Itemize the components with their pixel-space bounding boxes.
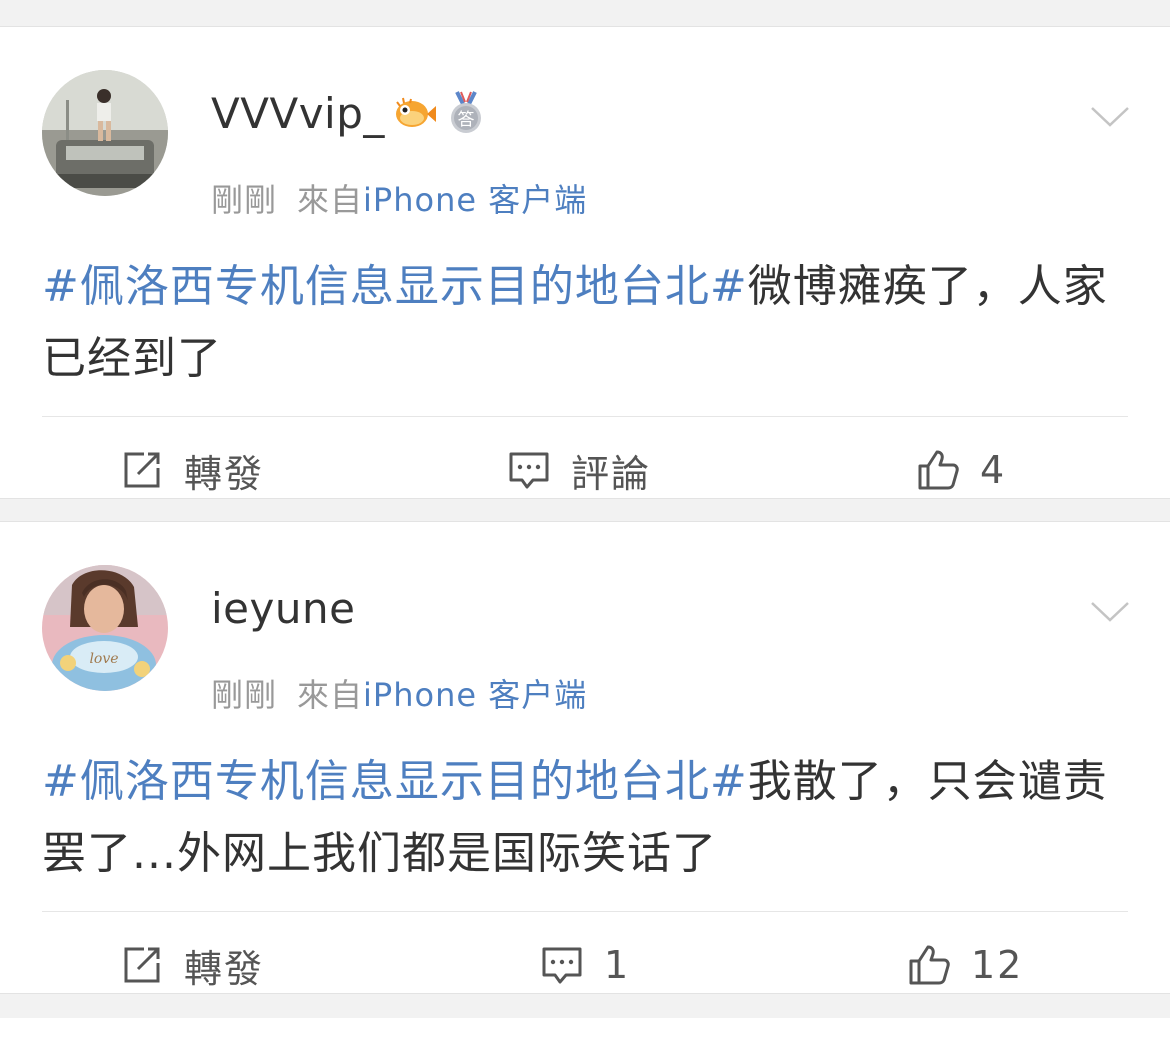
avatar-image: love <box>42 565 168 691</box>
thumbs-up-icon <box>907 943 951 987</box>
topic-link[interactable]: #佩洛西专机信息显示目的地台北# <box>42 261 748 312</box>
post-time: 剛剛 <box>211 676 278 714</box>
like-count: 12 <box>971 943 1024 987</box>
comment-icon <box>507 448 551 492</box>
repost-label: 轉發 <box>184 946 265 991</box>
svg-text:love: love <box>89 651 118 667</box>
post-card[interactable]: VVVvip_ 答 剛剛 來自iPhone 客户端 #佩洛西专机信息显示目的地台… <box>0 27 1170 498</box>
action-bar: 轉發 1 12 <box>0 912 1170 1018</box>
like-button[interactable]: 4 <box>916 417 1006 523</box>
chevron-down-icon[interactable] <box>1090 600 1130 624</box>
comment-button[interactable]: 1 <box>540 912 630 1018</box>
silver-answer-medal-icon[interactable]: 答 <box>443 90 489 136</box>
avatar[interactable]: love <box>42 565 168 691</box>
post-text: #佩洛西专机信息显示目的地台北#微博瘫痪了，人家已经到了 <box>42 251 1130 395</box>
thumbs-up-icon <box>916 448 960 492</box>
source-prefix: 來自 <box>297 676 364 714</box>
comment-count: 1 <box>604 943 631 987</box>
top-separator <box>0 0 1170 27</box>
repost-button[interactable]: 轉發 <box>120 417 264 523</box>
comment-icon <box>540 943 584 987</box>
pufferfish-badge-icon[interactable] <box>391 90 437 136</box>
action-bar: 轉發 評論 4 <box>0 417 1170 523</box>
avatar-image <box>42 70 168 196</box>
comment-button[interactable]: 評論 <box>507 417 651 523</box>
repost-button[interactable]: 轉發 <box>120 912 264 1018</box>
repost-label: 轉發 <box>184 451 265 496</box>
next-card-edge <box>0 1018 1170 1057</box>
svg-text:答: 答 <box>457 110 474 130</box>
source-client-link[interactable]: iPhone 客户端 <box>363 181 587 219</box>
source-prefix: 來自 <box>297 181 364 219</box>
username[interactable]: VVVvip_ <box>211 89 385 138</box>
post-time: 剛剛 <box>211 181 278 219</box>
repost-icon <box>120 448 164 492</box>
username[interactable]: ieyune <box>211 584 355 633</box>
topic-link[interactable]: #佩洛西专机信息显示目的地台北# <box>42 756 748 807</box>
like-button[interactable]: 12 <box>907 912 1023 1018</box>
chevron-down-icon[interactable] <box>1090 105 1130 129</box>
post-card[interactable]: love ieyune 剛剛 來自iPhone 客户端 #佩洛西专机信息显示目的地… <box>0 522 1170 993</box>
avatar[interactable] <box>42 70 168 196</box>
repost-icon <box>120 943 164 987</box>
source-client-link[interactable]: iPhone 客户端 <box>363 676 587 714</box>
post-meta: 剛剛 來自iPhone 客户端 <box>211 175 587 221</box>
post-meta: 剛剛 來自iPhone 客户端 <box>211 670 587 716</box>
comment-label: 評論 <box>571 451 652 496</box>
like-count: 4 <box>980 448 1007 492</box>
post-text: #佩洛西专机信息显示目的地台北#我散了，只会谴责罢了...外网上我们都是国际笑话… <box>42 746 1130 890</box>
